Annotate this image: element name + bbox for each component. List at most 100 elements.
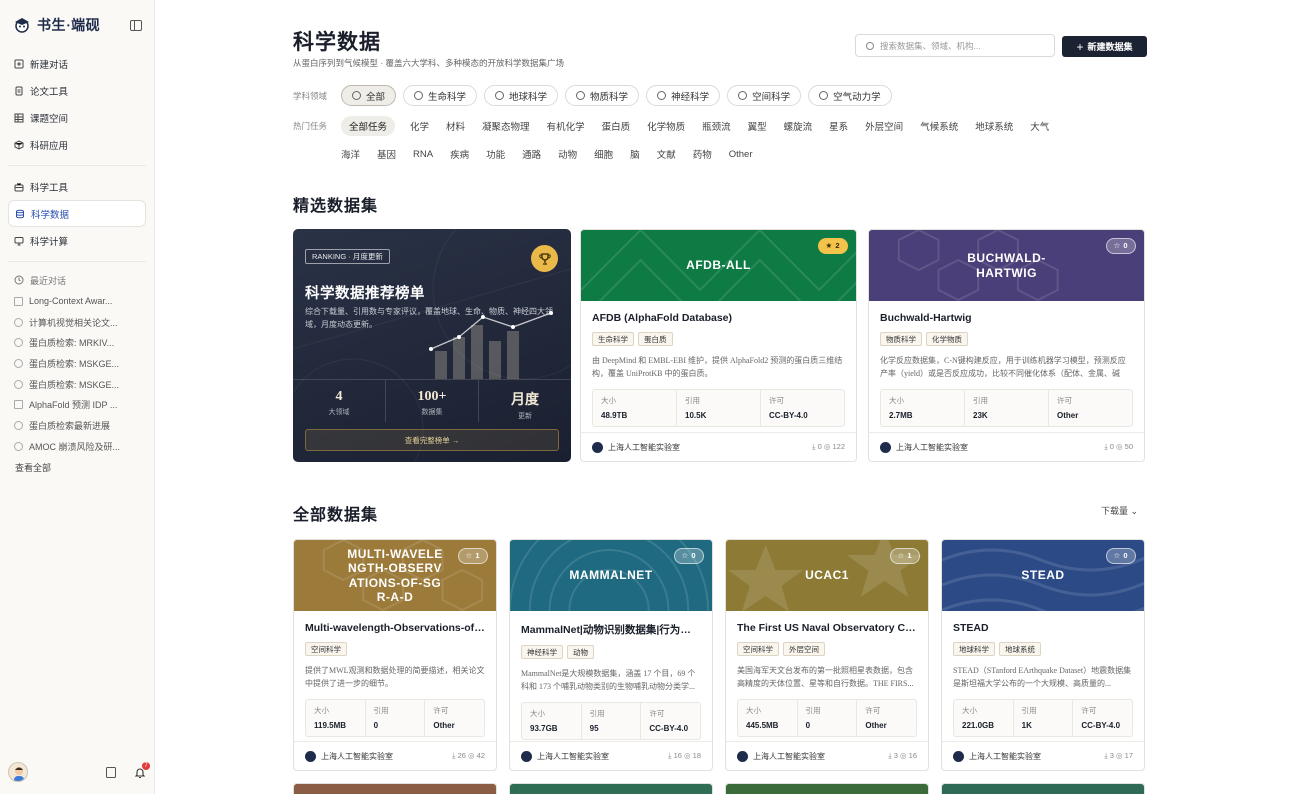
task-filter-chip[interactable]: 星系 [829,119,848,133]
nav-label: 论文工具 [30,86,69,98]
recent-conversation-item[interactable]: AlphaFold 预测 IDP ... [14,394,140,415]
domain-filter-0[interactable]: 全部 [341,85,397,106]
dataset-card[interactable]: MULTI-WAVELE NGTH-OBSERV ATIONS-OF-SG R-… [293,539,497,771]
task-filter-chip[interactable]: 通路 [522,147,541,161]
domain-filter-4[interactable]: 神经科学 [646,85,721,106]
recent-conversation-item[interactable]: AMOC 崩溃风险及研... [14,436,140,457]
organization-logo-icon [521,750,532,762]
task-filter-chip[interactable]: 气候系统 [920,119,958,133]
sidebar-collapse-icon[interactable] [130,19,142,31]
dataset-card[interactable]: UCAC1 ☆ 1 The First US Naval Observatory C… [725,539,929,771]
recent-conversation-item[interactable]: 蛋白质检索: MRKIV... [14,332,140,353]
nav-tools-2[interactable]: 科学计算 [8,227,146,254]
domain-filter-3[interactable]: 物质科学 [565,85,640,106]
dataset-card-partial[interactable] [293,783,497,794]
new-dataset-button[interactable]: + 新建数据集 [1062,36,1147,57]
domain-filter-5[interactable]: 空间科学 [727,85,802,106]
domain-filter-6[interactable]: 空气动力学 [808,85,892,106]
ranking-stat-label: 更新 [518,413,532,420]
task-filter-chip[interactable]: 外层空间 [865,119,903,133]
task-filter-chip[interactable]: 细胞 [594,147,613,161]
stat-value: 2.7MB [889,411,913,420]
task-filter-chip[interactable]: 凝聚态物理 [482,119,530,133]
recent-conversation-item[interactable]: 计算机视觉相关论文... [14,312,140,333]
stat-value: 10.5K [685,411,707,420]
task-filter-chip[interactable]: 药物 [693,147,712,161]
search-input[interactable]: 搜索数据集、领域、机构... [855,34,1055,57]
task-filter-chip[interactable]: 基因 [377,147,396,161]
domain-icon [738,91,748,100]
task-filter-chip[interactable]: 疾病 [450,147,469,161]
star-count-button[interactable]: ☆ 0 [1105,548,1136,564]
recent-conversation-label: AMOC 崩溃风险及研... [29,441,121,452]
dataset-tag: 地球科学 [953,642,995,656]
ranking-stat-value: 100+ [417,389,447,404]
cube-icon [14,338,23,348]
task-filter-chip[interactable]: 文献 [657,147,676,161]
recent-conversation-item[interactable]: 蛋白质检索: MSKGE... [14,374,140,395]
dataset-card-partial[interactable] [725,783,929,794]
nav-tools-0[interactable]: 科学工具 [8,173,146,200]
task-filter-chip[interactable]: Other [729,149,753,160]
view-full-ranking-button[interactable]: 查看完整榜单 → [305,429,559,451]
task-filter-chip[interactable]: 脑 [630,147,640,161]
stat-value: 119.5MB [314,721,347,730]
ranking-stat-label: 大领域 [328,409,350,416]
page-subtitle: 从蛋白序列到气候模型 · 覆盖六大学科、多种模态的开放科学数据集广场 [293,58,565,68]
view-icon: ◎ [684,751,693,760]
task-filter-chip[interactable]: 化学 [410,119,429,133]
task-filter-chip[interactable]: RNA [413,149,433,160]
task-filter-chip[interactable]: 动物 [558,147,577,161]
stat-label: 大小 [530,709,545,718]
task-filter-chip[interactable]: 螺旋流 [784,119,813,133]
view-count: 122 [832,442,845,451]
dataset-card-partial[interactable] [941,783,1145,794]
task-filter-chip[interactable]: 大气 [1030,119,1049,133]
cube-icon [14,379,23,389]
star-count-button[interactable]: ☆ 1 [457,548,488,564]
task-filter-chip[interactable]: 全部任务 [341,116,396,136]
user-avatar[interactable] [8,762,28,782]
task-filter-chip[interactable]: 翼型 [748,119,767,133]
star-count-button[interactable]: ☆ 0 [673,548,704,564]
notification-bell-icon[interactable]: 7 [134,762,150,778]
view-all-link[interactable]: 查看全部 [0,461,154,474]
task-filter-chip[interactable]: 化学物质 [647,119,685,133]
view-icon: ◎ [900,751,909,760]
domain-filter-2[interactable]: 地球科学 [484,85,559,106]
task-filter-chip[interactable]: 有机化学 [547,119,585,133]
stat-size: 大小 221.0GB [954,700,1013,736]
star-count-button[interactable]: ★ 2 [817,238,848,254]
dataset-card[interactable]: BUCHWALD-HARTWIG ☆ 0 Buchwald-Hartwig 物质科学化… [868,229,1145,462]
stat-value: 445.5MB [746,721,779,730]
dataset-card[interactable]: AFDB-ALL ★ 2 AFDB (AlphaFold Database) 生命科学… [580,229,857,462]
task-filter-chip[interactable]: 瓶颈流 [702,119,731,133]
task-filter-chip[interactable]: 地球系统 [975,119,1013,133]
nav-tools-1[interactable]: 科学数据 [8,200,146,227]
task-filter-chip[interactable]: 蛋白质 [602,119,631,133]
ranking-card[interactable]: RANKING · 月度更新 科学数据推荐榜单 综合下载量、引用数与专家评议，覆… [293,229,571,462]
recent-conversation-item[interactable]: 蛋白质检索: MSKGE... [14,353,140,374]
dataset-stats: 大小 221.0GB 引用 1K 许可 CC-BY-4.0 [953,699,1133,737]
sort-dropdown[interactable]: 下载量 ⌄ [1101,504,1138,517]
domain-filter-1[interactable]: 生命科学 [403,85,478,106]
nav-main-0[interactable]: 新建对话 [8,50,146,77]
dataset-card-partial[interactable] [509,783,713,794]
dataset-card[interactable]: STEAD ☆ 0 STEAD 地球科学 地球系统 STEAD（STanford EArt… [941,539,1145,771]
task-filter-chip[interactable]: 功能 [486,147,505,161]
task-filter-chip[interactable]: 材料 [446,119,465,133]
dataset-banner: MULTI-WAVELE NGTH-OBSERV ATIONS-OF-SG R-… [294,540,496,611]
nav-main-3[interactable]: 科研应用 [8,131,146,158]
nav-main-1[interactable]: 论文工具 [8,77,146,104]
star-count-button[interactable]: ☆ 0 [1105,238,1136,254]
recent-conversation-item[interactable]: Long-Context Awar... [14,291,140,312]
stat-label: 引用 [373,706,389,715]
task-filter-chip[interactable]: 海洋 [341,147,360,161]
document-icon[interactable] [106,766,116,778]
star-count-button[interactable]: ☆ 1 [889,548,920,564]
dataset-title: MammalNet|动物识别数据集|行为识别 [521,624,702,636]
dataset-card[interactable]: MAMMALNET ☆ 0 MammalNet|动物识别数据集|行为识别 神经科学 动物… [509,539,713,771]
dataset-tags: 物质科学 化学物质 [869,332,1144,346]
nav-main-2[interactable]: 课题空间 [8,104,146,131]
recent-conversation-item[interactable]: 蛋白质检索最新进展 [14,415,140,436]
